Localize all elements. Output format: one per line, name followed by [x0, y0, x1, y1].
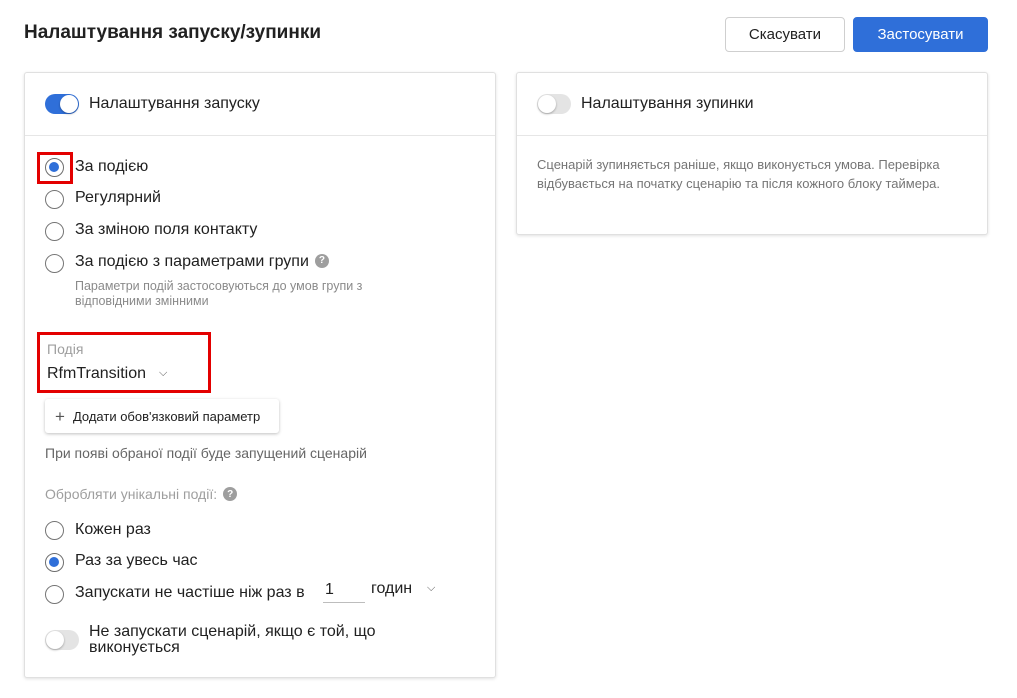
- apply-button[interactable]: Застосувати: [853, 17, 988, 52]
- start-settings-card: Налаштування запуску За подією Регулярни…: [24, 72, 496, 678]
- unique-events-label: Обробляти унікальні події:?: [45, 486, 238, 502]
- radio-regular[interactable]: [45, 190, 64, 209]
- question-icon[interactable]: ?: [314, 253, 329, 268]
- stop-settings-description: Сценарій зупиняється раніше, якщо викону…: [537, 157, 941, 191]
- radio-every-time[interactable]: [45, 521, 64, 540]
- radio-contact-field-change[interactable]: [45, 222, 64, 241]
- add-required-param-button[interactable]: + Додати обов'язковий параметр: [45, 399, 279, 433]
- interval-unit-select[interactable]: годин ⌵: [371, 578, 441, 602]
- radio-no-more-than-label: Запускати не частіше ніж раз в: [75, 584, 305, 601]
- radio-once-ever[interactable]: [45, 553, 64, 572]
- radio-once-ever-label: Раз за увесь час: [75, 552, 198, 569]
- chevron-down-icon: ⌵: [159, 367, 168, 379]
- radio-event-group-params-text: За подією з параметрами групи: [75, 253, 309, 270]
- event-field-select[interactable]: RfmTransition ⌵: [45, 361, 195, 387]
- radio-every-time-label: Кожен раз: [75, 521, 151, 538]
- stop-settings-toggle[interactable]: [537, 94, 571, 114]
- stop-settings-card: Налаштування зупинки Сценарій зупиняєтьс…: [516, 72, 988, 235]
- chevron-down-icon: ⌵: [427, 582, 436, 594]
- stop-settings-header: Налаштування зупинки: [517, 73, 987, 136]
- event-field-value: RfmTransition: [47, 365, 146, 382]
- question-icon[interactable]: ?: [223, 487, 238, 502]
- toggle-knob: [538, 95, 556, 113]
- group-params-hint: Параметри подій застосовуються до умов г…: [75, 279, 363, 308]
- event-description: При появі обраної події буде запущений с…: [45, 445, 367, 461]
- radio-event-group-params-label: За подією з параметрами групи?: [75, 253, 329, 271]
- page-title: Налаштування запуску/зупинки: [24, 22, 322, 43]
- interval-unit-value: годин: [371, 580, 413, 597]
- radio-contact-field-change-label: За зміною поля контакту: [75, 221, 258, 238]
- stop-settings-title: Налаштування зупинки: [581, 95, 754, 112]
- no-parallel-label: Не запускати сценарій, якщо є той, що ви…: [89, 623, 376, 656]
- toggle-knob: [60, 95, 78, 113]
- plus-icon: +: [55, 406, 65, 426]
- toggle-knob: [46, 631, 64, 649]
- radio-by-event-label: За подією: [75, 158, 149, 175]
- add-required-param-label: Додати обов'язковий параметр: [72, 408, 261, 424]
- start-settings-toggle[interactable]: [45, 94, 79, 114]
- no-parallel-toggle[interactable]: [45, 630, 79, 650]
- radio-event-group-params[interactable]: [45, 254, 64, 273]
- start-settings-header: Налаштування запуску: [25, 73, 495, 136]
- start-settings-title: Налаштування запуску: [89, 95, 260, 112]
- cancel-button[interactable]: Скасувати: [725, 17, 845, 52]
- interval-input[interactable]: [323, 577, 365, 603]
- unique-events-text: Обробляти унікальні події:: [45, 486, 218, 502]
- radio-no-more-than[interactable]: [45, 585, 64, 604]
- event-field-label: Подія: [47, 341, 84, 357]
- radio-regular-label: Регулярний: [75, 189, 161, 206]
- radio-by-event[interactable]: [45, 158, 64, 177]
